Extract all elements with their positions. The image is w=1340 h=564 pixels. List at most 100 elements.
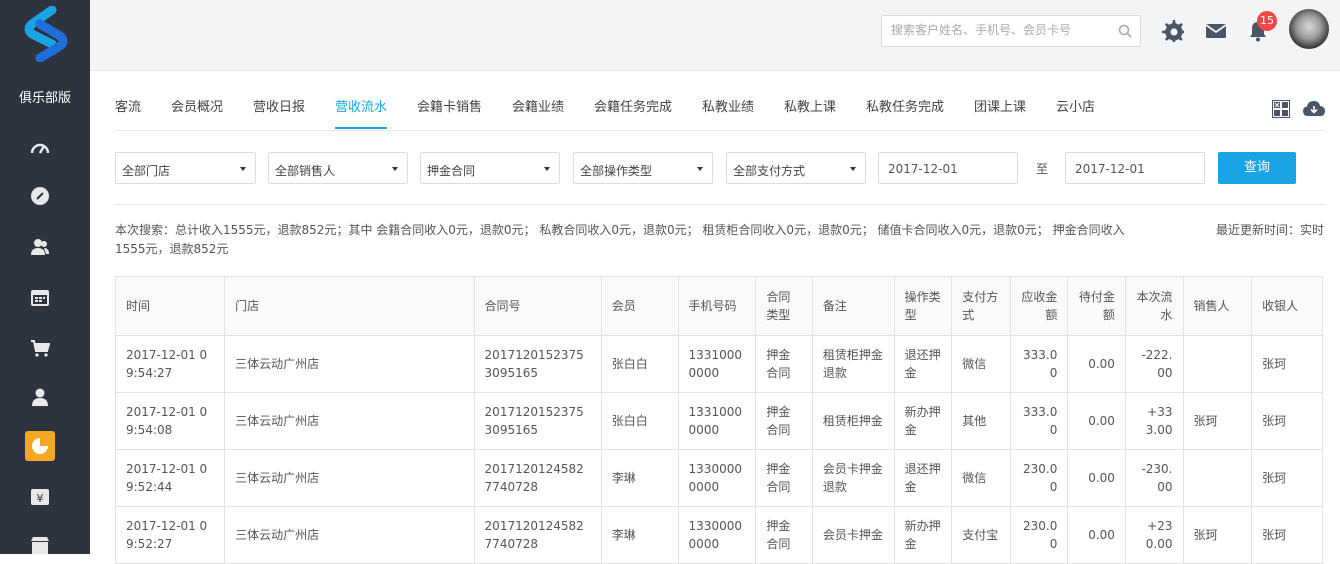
cell-amount-pending: 0.00 xyxy=(1067,449,1126,507)
chevron-down-icon xyxy=(240,167,246,171)
tab-member-overview[interactable]: 会员概况 xyxy=(171,96,223,115)
col-operation-type: 操作类型 xyxy=(893,276,953,336)
cell-salesperson xyxy=(1182,449,1253,507)
cell-phone: 13310000000 xyxy=(677,392,757,450)
report-tabs: 客流 会员概况 营收日报 营收流水 会籍卡销售 会籍业绩 会籍任务完成 私教业绩… xyxy=(115,96,1325,131)
cell-this-flow: +333.00 xyxy=(1124,392,1184,450)
tab-revenue-flow[interactable]: 营收流水 xyxy=(335,96,387,115)
cell-contract-type: 押金合同 xyxy=(755,392,813,450)
col-salesperson: 销售人 xyxy=(1182,276,1253,336)
cell-cashier: 张珂 xyxy=(1251,392,1323,450)
mail-icon[interactable] xyxy=(1205,20,1227,42)
cell-remark: 租赁柜押金 xyxy=(811,392,895,450)
cell-contract-no: 20171201523753095165 xyxy=(473,392,602,450)
search-icon[interactable] xyxy=(1118,24,1132,38)
payment-method-select[interactable]: 全部支付方式 xyxy=(726,152,866,184)
cart-icon[interactable] xyxy=(28,336,52,360)
search-input[interactable] xyxy=(891,23,1111,37)
operation-type-select[interactable]: 全部操作类型 xyxy=(573,152,713,184)
cell-salesperson: 张珂 xyxy=(1182,392,1253,450)
cell-member: 张白白 xyxy=(600,392,679,450)
app-logo-icon[interactable] xyxy=(22,6,70,62)
cell-phone: 13310000000 xyxy=(677,335,757,393)
end-date-input[interactable]: 2017-12-01 xyxy=(1065,152,1205,184)
cell-time: 2017-12-01 09:54:27 xyxy=(114,335,226,393)
cell-cashier: 张珂 xyxy=(1251,449,1323,507)
cell-contract-type: 押金合同 xyxy=(755,449,813,507)
members-icon[interactable] xyxy=(28,235,52,259)
tab-cloud-shop[interactable]: 云小店 xyxy=(1056,96,1095,115)
chevron-down-icon xyxy=(544,167,550,171)
search-box[interactable] xyxy=(881,15,1141,47)
col-amount-pending: 待付金额 xyxy=(1067,276,1126,336)
tab-daily-revenue[interactable]: 营收日报 xyxy=(253,96,305,115)
tab-group-classes[interactable]: 团课上课 xyxy=(974,96,1026,115)
cell-remark: 会员卡押金退款 xyxy=(811,449,895,507)
cell-phone: 13300000000 xyxy=(677,506,757,564)
chevron-down-icon xyxy=(392,167,398,171)
last-updated: 最近更新时间：实时 xyxy=(1216,223,1325,237)
salesperson-select[interactable]: 全部销售人 xyxy=(268,152,408,184)
col-this-flow: 本次流水 xyxy=(1124,276,1184,336)
cell-amount-pending: 0.00 xyxy=(1067,392,1126,450)
tab-pt-task[interactable]: 私教任务完成 xyxy=(866,96,944,115)
store-icon[interactable] xyxy=(28,533,52,557)
store-select[interactable]: 全部门店 xyxy=(115,152,256,184)
cloud-download-icon[interactable] xyxy=(1303,100,1325,118)
cell-contract-no: 20171201523753095165 xyxy=(473,335,602,393)
divider xyxy=(115,204,1325,205)
table-header-row: 时间 门店 合同号 会员 手机号码 合同类型 备注 操作类型 支付方式 应收金额… xyxy=(114,276,1323,336)
cell-cashier: 张珂 xyxy=(1251,506,1323,564)
cell-amount-due: 230.00 xyxy=(1009,449,1069,507)
cell-contract-no: 20171201245827740728 xyxy=(473,449,602,507)
dashboard-icon[interactable] xyxy=(28,136,52,160)
compass-icon[interactable] xyxy=(28,184,52,208)
svg-text:¥: ¥ xyxy=(37,492,44,505)
cell-store: 三体云动广州店 xyxy=(224,506,475,564)
avatar[interactable] xyxy=(1289,9,1329,49)
sidebar: 俱乐部版 ¥ xyxy=(0,0,90,554)
col-remark: 备注 xyxy=(811,276,895,336)
cell-amount-due: 333.00 xyxy=(1009,335,1069,393)
chevron-down-icon xyxy=(850,167,856,171)
chevron-down-icon xyxy=(697,167,703,171)
cell-store: 三体云动广州店 xyxy=(224,449,475,507)
tab-pt-classes[interactable]: 私教上课 xyxy=(784,96,836,115)
tab-membership-performance[interactable]: 会籍业绩 xyxy=(512,96,564,115)
cell-payment-method: 其他 xyxy=(951,392,1011,450)
tab-membership-card-sales[interactable]: 会籍卡销售 xyxy=(417,96,482,115)
report-pie-icon[interactable] xyxy=(25,431,55,461)
notification-badge: 15 xyxy=(1257,11,1277,31)
cell-operation-type: 新办押金 xyxy=(893,392,953,450)
active-tab-indicator xyxy=(335,127,387,129)
cell-amount-pending: 0.00 xyxy=(1067,335,1126,393)
user-icon[interactable] xyxy=(28,385,52,409)
query-button[interactable]: 查询 xyxy=(1218,152,1296,184)
excel-export-icon[interactable] xyxy=(1272,100,1290,118)
cell-store: 三体云动广州店 xyxy=(224,335,475,393)
cell-store: 三体云动广州店 xyxy=(224,392,475,450)
calendar-icon[interactable] xyxy=(28,285,52,309)
cell-operation-type: 新办押金 xyxy=(893,506,953,564)
col-contract-type: 合同类型 xyxy=(755,276,813,336)
cell-remark: 会员卡押金 xyxy=(811,506,895,564)
start-date-input[interactable]: 2017-12-01 xyxy=(878,152,1018,184)
cell-member: 张白白 xyxy=(600,335,679,393)
tab-membership-task[interactable]: 会籍任务完成 xyxy=(594,96,672,115)
tab-traffic[interactable]: 客流 xyxy=(115,96,141,115)
table-row: 2017-12-01 09:52:44 三体云动广州店 20171201245827… xyxy=(114,449,1323,507)
cell-payment-method: 微信 xyxy=(951,335,1011,393)
yen-icon[interactable]: ¥ xyxy=(28,485,52,509)
cell-amount-due: 230.00 xyxy=(1009,506,1069,564)
revenue-flow-table: 时间 门店 合同号 会员 手机号码 合同类型 备注 操作类型 支付方式 应收金额… xyxy=(114,276,1323,564)
table-row: 2017-12-01 09:54:08 三体云动广州店 20171201523753… xyxy=(114,392,1323,450)
gear-icon[interactable] xyxy=(1162,20,1184,42)
tab-pt-performance[interactable]: 私教业绩 xyxy=(702,96,754,115)
col-time: 时间 xyxy=(114,276,226,336)
contract-type-select[interactable]: 押金合同 xyxy=(420,152,560,184)
date-range-separator: 至 xyxy=(1036,162,1049,176)
cell-salesperson xyxy=(1182,335,1253,393)
cell-member: 李琳 xyxy=(600,449,679,507)
cell-cashier: 张珂 xyxy=(1251,335,1323,393)
col-phone: 手机号码 xyxy=(677,276,757,336)
